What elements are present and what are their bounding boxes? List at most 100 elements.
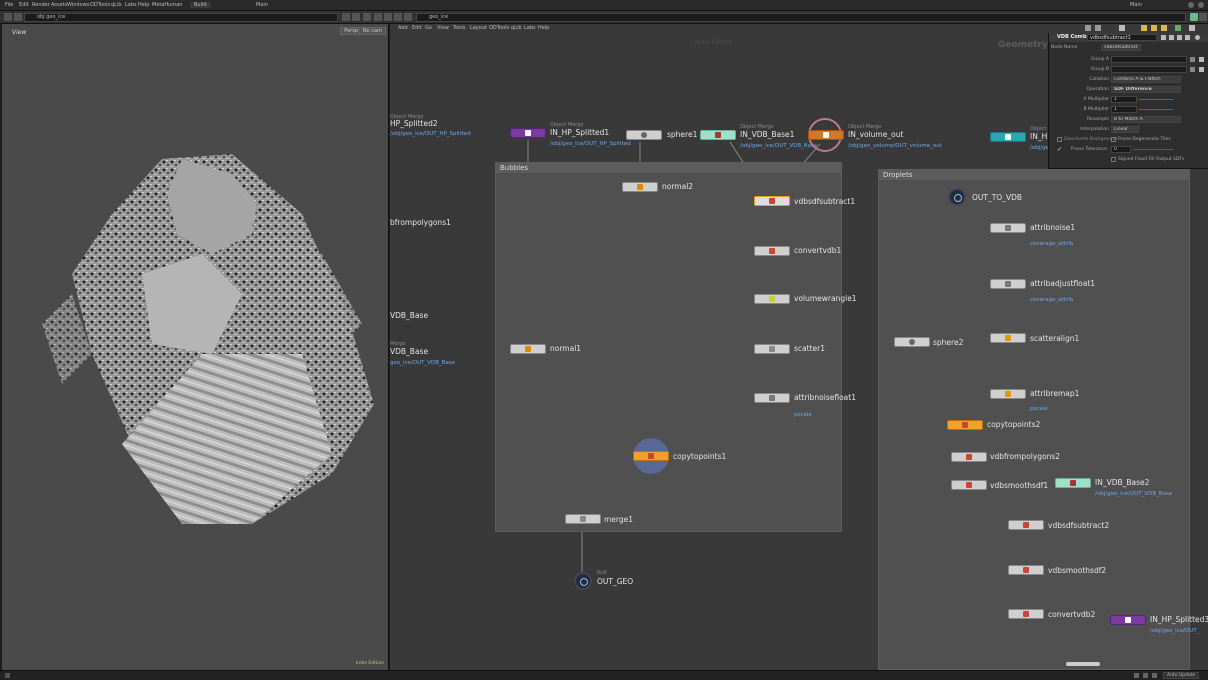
- param-prune-tolerance-input[interactable]: 0: [1111, 146, 1131, 153]
- node-in-vdb-base1[interactable]: [700, 130, 736, 140]
- gear-icon[interactable]: [1161, 35, 1166, 40]
- param-interpolation-dropdown[interactable]: Linear: [1111, 126, 1139, 133]
- node-in-hp-splitted1[interactable]: [510, 128, 546, 138]
- param-dropdown[interactable]: vdbsdfsubtract: [1101, 44, 1141, 51]
- node-merge1[interactable]: [565, 514, 601, 524]
- menu-file[interactable]: File: [5, 2, 13, 8]
- menu-metahuman[interactable]: MetaHuman: [152, 2, 182, 8]
- node-convertvdb1[interactable]: [754, 246, 790, 256]
- node-attribadjustfloat1[interactable]: [990, 279, 1026, 289]
- node-out-geo[interactable]: [574, 572, 592, 590]
- tab-main[interactable]: Main: [252, 2, 272, 8]
- info-icon[interactable]: [1195, 35, 1200, 40]
- tab-build[interactable]: Build: [190, 2, 211, 8]
- node-volumewrangle1[interactable]: [754, 294, 790, 304]
- back-arrow-icon[interactable]: [394, 13, 402, 21]
- auto-update-button[interactable]: Auto Update: [1163, 672, 1200, 679]
- dropdown-arrow-icon[interactable]: [1190, 67, 1195, 72]
- menu-render[interactable]: Render: [32, 2, 50, 8]
- network-menu-icon[interactable]: [1199, 13, 1207, 21]
- status-icon[interactable]: [1134, 673, 1139, 678]
- tool-icon[interactable]: [1151, 25, 1157, 31]
- param-checkbox[interactable]: [1111, 157, 1116, 162]
- param-b-multiplier-slider[interactable]: [1139, 109, 1173, 110]
- grid-icon[interactable]: [1189, 25, 1195, 31]
- node-vdbsmoothsdf2[interactable]: [1008, 565, 1044, 575]
- node-normal2[interactable]: [622, 182, 658, 192]
- menu-labs[interactable]: Labs: [125, 2, 137, 8]
- param-resample-dropdown[interactable]: B to Match A: [1111, 116, 1181, 123]
- select-arrow-icon[interactable]: [1199, 67, 1204, 72]
- node-in-vdb-base2[interactable]: [1055, 478, 1091, 488]
- node-vdbsmoothsdf1[interactable]: [951, 480, 987, 490]
- node-vdbsdfsubtract1[interactable]: [754, 196, 790, 206]
- forward-arrow-icon[interactable]: [14, 13, 22, 21]
- node-sphere1[interactable]: [626, 130, 662, 140]
- node-scatteralign1[interactable]: [990, 333, 1026, 343]
- node-frompolygons1[interactable]: bfrompolygons1: [390, 218, 451, 227]
- select-arrow-icon[interactable]: [1199, 57, 1204, 62]
- network-path-bar[interactable]: geo_ice: [416, 13, 1186, 22]
- param-b-multiplier-input[interactable]: 1: [1111, 106, 1137, 113]
- node-vdbfrompolygons2[interactable]: [951, 452, 987, 462]
- tool-icon[interactable]: [1119, 25, 1125, 31]
- node-in-hp-splitted3[interactable]: [1110, 615, 1146, 625]
- param-checkbox[interactable]: [1111, 137, 1116, 142]
- node-sphere2[interactable]: [894, 337, 930, 347]
- scene-viewport[interactable]: View Persp No cam Indie Edition: [2, 24, 389, 670]
- node-vdb-base[interactable]: VDB_Base: [390, 311, 428, 320]
- node-in-volume-out[interactable]: [808, 130, 844, 140]
- tool-icon[interactable]: [1175, 25, 1181, 31]
- help-icon[interactable]: [1169, 35, 1174, 40]
- dropdown-arrow-icon[interactable]: [1190, 57, 1195, 62]
- help-icon[interactable]: [1198, 2, 1204, 8]
- param-group-b-input[interactable]: [1111, 66, 1187, 73]
- checkmark-icon[interactable]: ✓: [1057, 146, 1062, 153]
- node-in-hp-partial[interactable]: [990, 132, 1026, 142]
- viewport-path-bar[interactable]: obj geo_ice: [24, 13, 338, 22]
- back-arrow-icon[interactable]: [4, 13, 12, 21]
- node-copytopoints1[interactable]: [633, 451, 669, 461]
- viewport-menu-icon[interactable]: [384, 13, 392, 21]
- node-merge-bottom[interactable]: [1066, 662, 1100, 666]
- node-out-to-vdb[interactable]: [948, 188, 966, 206]
- search-icon[interactable]: [1177, 35, 1182, 40]
- forward-arrow-icon[interactable]: [404, 13, 412, 21]
- node-attribremap1[interactable]: [990, 389, 1026, 399]
- node-hp-splitted2[interactable]: HP_Splitted2: [390, 119, 438, 128]
- status-icon[interactable]: [1152, 673, 1157, 678]
- node-normal1[interactable]: [510, 344, 546, 354]
- tool-icon[interactable]: [1161, 25, 1167, 31]
- network-pin-icon[interactable]: [1190, 13, 1198, 21]
- param-prune-slider[interactable]: [1133, 149, 1173, 150]
- camera-icon[interactable]: [374, 13, 382, 21]
- menu-edit[interactable]: Edit: [19, 2, 29, 8]
- pin-icon[interactable]: [342, 13, 350, 21]
- info-icon[interactable]: [1188, 2, 1194, 8]
- param-node-name[interactable]: vdbsdfsubtract1: [1087, 34, 1157, 41]
- status-icon[interactable]: [1143, 673, 1148, 678]
- param-checkbox[interactable]: [1057, 137, 1062, 142]
- param-collation-dropdown[interactable]: Combine A & Flatten: [1111, 76, 1181, 83]
- node-vdb-base-merge[interactable]: VDB_Base: [390, 347, 428, 356]
- node-scatter1[interactable]: [754, 344, 790, 354]
- param-a-multiplier-input[interactable]: 1: [1111, 96, 1137, 103]
- tool-icon[interactable]: [1095, 25, 1101, 31]
- menu-windows[interactable]: Windows: [67, 2, 89, 8]
- display-options-icon[interactable]: [352, 13, 360, 21]
- param-group-a-input[interactable]: [1111, 56, 1187, 63]
- param-a-multiplier-slider[interactable]: [1139, 99, 1173, 100]
- menu-odtools[interactable]: ODTools: [90, 2, 110, 8]
- node-attribnoisefloat1[interactable]: [754, 393, 790, 403]
- lock-icon[interactable]: [1185, 35, 1190, 40]
- node-attribnoise1[interactable]: [990, 223, 1026, 233]
- node-vdbsdfsubtract2[interactable]: [1008, 520, 1044, 530]
- menu-qlib[interactable]: qLib: [111, 2, 122, 8]
- snapshot-icon[interactable]: [363, 13, 371, 21]
- tool-icon[interactable]: [1085, 25, 1091, 31]
- menu-assets[interactable]: Assets: [51, 2, 67, 8]
- tool-icon[interactable]: [1141, 25, 1147, 31]
- menu-help[interactable]: Help: [138, 2, 149, 8]
- param-operation-dropdown[interactable]: SDF Difference: [1111, 86, 1181, 93]
- node-convertvdb2[interactable]: [1008, 609, 1044, 619]
